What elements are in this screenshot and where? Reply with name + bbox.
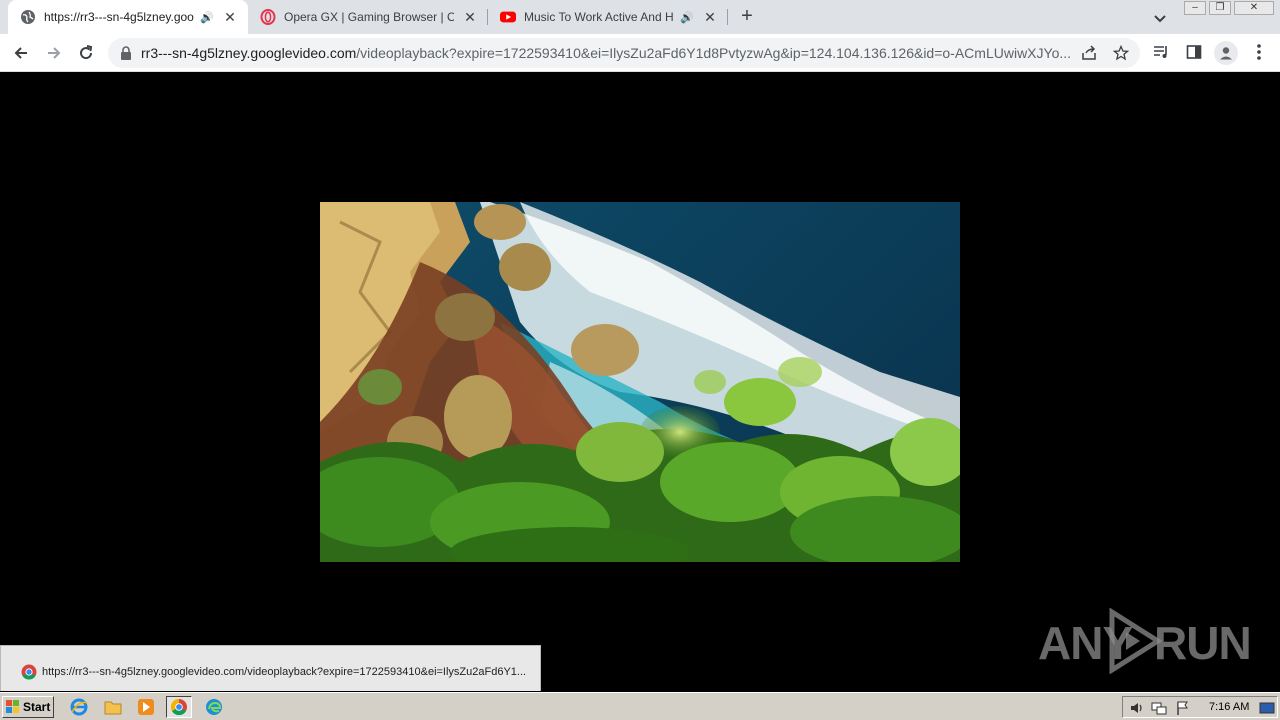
speaker-icon[interactable]: 🔊 — [200, 11, 214, 24]
windows-flag-icon — [6, 700, 19, 713]
chrome-taskbar-icon[interactable] — [166, 696, 192, 718]
browser-toolbar: rr3---sn-4g5lzney.googlevideo.com/videop… — [0, 34, 1280, 72]
tab-opera-gx[interactable]: Opera GX | Gaming Browser | Opera ✕ — [248, 0, 488, 34]
youtube-icon — [500, 9, 516, 25]
tab-videoplayback[interactable]: https://rr3---sn-4g5lzney.googlevideo.co… — [8, 0, 248, 34]
close-window-button[interactable]: ✕ — [1234, 1, 1274, 15]
new-tab-button[interactable]: + — [737, 6, 757, 27]
watermark-right-text: RUN — [1154, 617, 1252, 669]
system-tray: 7:16 AM — [1122, 696, 1278, 718]
anyrun-watermark: ANY RUN — [1038, 606, 1252, 676]
share-icon[interactable] — [1081, 45, 1097, 61]
url-text[interactable]: rr3---sn-4g5lzney.googlevideo.com/videop… — [141, 45, 1077, 61]
restore-button[interactable]: ❐ — [1209, 1, 1231, 15]
start-button[interactable]: Start — [2, 696, 54, 718]
forward-button[interactable] — [43, 42, 65, 64]
action-center-flag-icon[interactable] — [1175, 700, 1191, 716]
arrow-left-icon — [14, 47, 27, 59]
media-control-icon[interactable] — [1152, 43, 1170, 61]
arrow-right-icon — [48, 47, 61, 59]
volume-icon[interactable] — [1129, 700, 1145, 716]
kebab-menu-icon — [1257, 44, 1261, 60]
status-url: https://rr3---sn-4g5lzney.googlevideo.co… — [42, 666, 527, 678]
ie-icon[interactable] — [66, 696, 92, 718]
lock-icon[interactable] — [120, 46, 132, 65]
tab-title: https://rr3---sn-4g5lzney.googlevideo.co… — [44, 10, 194, 24]
tab-divider — [727, 9, 728, 25]
tab-youtube-music[interactable]: Music To Work Active And Happy 🔊 ✕ — [488, 0, 728, 34]
side-panel-icon[interactable] — [1185, 43, 1203, 61]
back-button[interactable] — [10, 42, 32, 64]
profile-avatar[interactable] — [1214, 41, 1238, 65]
link-status-bubble: https://rr3---sn-4g5lzney.googlevideo.co… — [0, 645, 541, 691]
minimize-button[interactable]: – — [1184, 1, 1206, 15]
network-icon[interactable] — [1151, 700, 1167, 716]
start-label: Start — [23, 700, 51, 714]
close-icon[interactable]: ✕ — [702, 9, 718, 25]
speaker-icon[interactable]: 🔊 — [680, 11, 694, 24]
person-icon — [1220, 47, 1232, 60]
opera-icon — [260, 9, 276, 25]
clock[interactable]: 7:16 AM — [1209, 701, 1249, 713]
globe-icon — [20, 9, 36, 25]
address-bar[interactable]: rr3---sn-4g5lzney.googlevideo.com/videop… — [108, 38, 1140, 68]
reload-button[interactable] — [75, 42, 97, 64]
media-player-icon[interactable] — [133, 696, 159, 718]
close-icon[interactable]: ✕ — [222, 9, 238, 25]
edge-icon[interactable] — [201, 696, 227, 718]
tab-title: Opera GX | Gaming Browser | Opera — [284, 10, 454, 24]
tab-strip: https://rr3---sn-4g5lzney.googlevideo.co… — [0, 0, 1280, 34]
tab-title: Music To Work Active And Happy — [524, 10, 674, 24]
taskbar: Start 7:16 AM — [0, 692, 1280, 720]
close-icon[interactable]: ✕ — [462, 9, 478, 25]
star-icon[interactable] — [1112, 44, 1130, 61]
chrome-icon — [21, 664, 37, 685]
coastline-video-frame — [320, 202, 960, 562]
chevron-down-icon[interactable] — [1151, 9, 1169, 27]
url-path: /videoplayback?expire=1722593410&ei=Ilys… — [356, 45, 1072, 61]
menu-button[interactable] — [1250, 43, 1268, 61]
url-host: rr3---sn-4g5lzney.googlevideo.com — [141, 45, 357, 61]
video-player[interactable] — [320, 202, 960, 562]
explorer-icon[interactable] — [100, 696, 126, 718]
show-desktop-icon[interactable] — [1259, 700, 1275, 716]
reload-icon — [80, 45, 93, 60]
